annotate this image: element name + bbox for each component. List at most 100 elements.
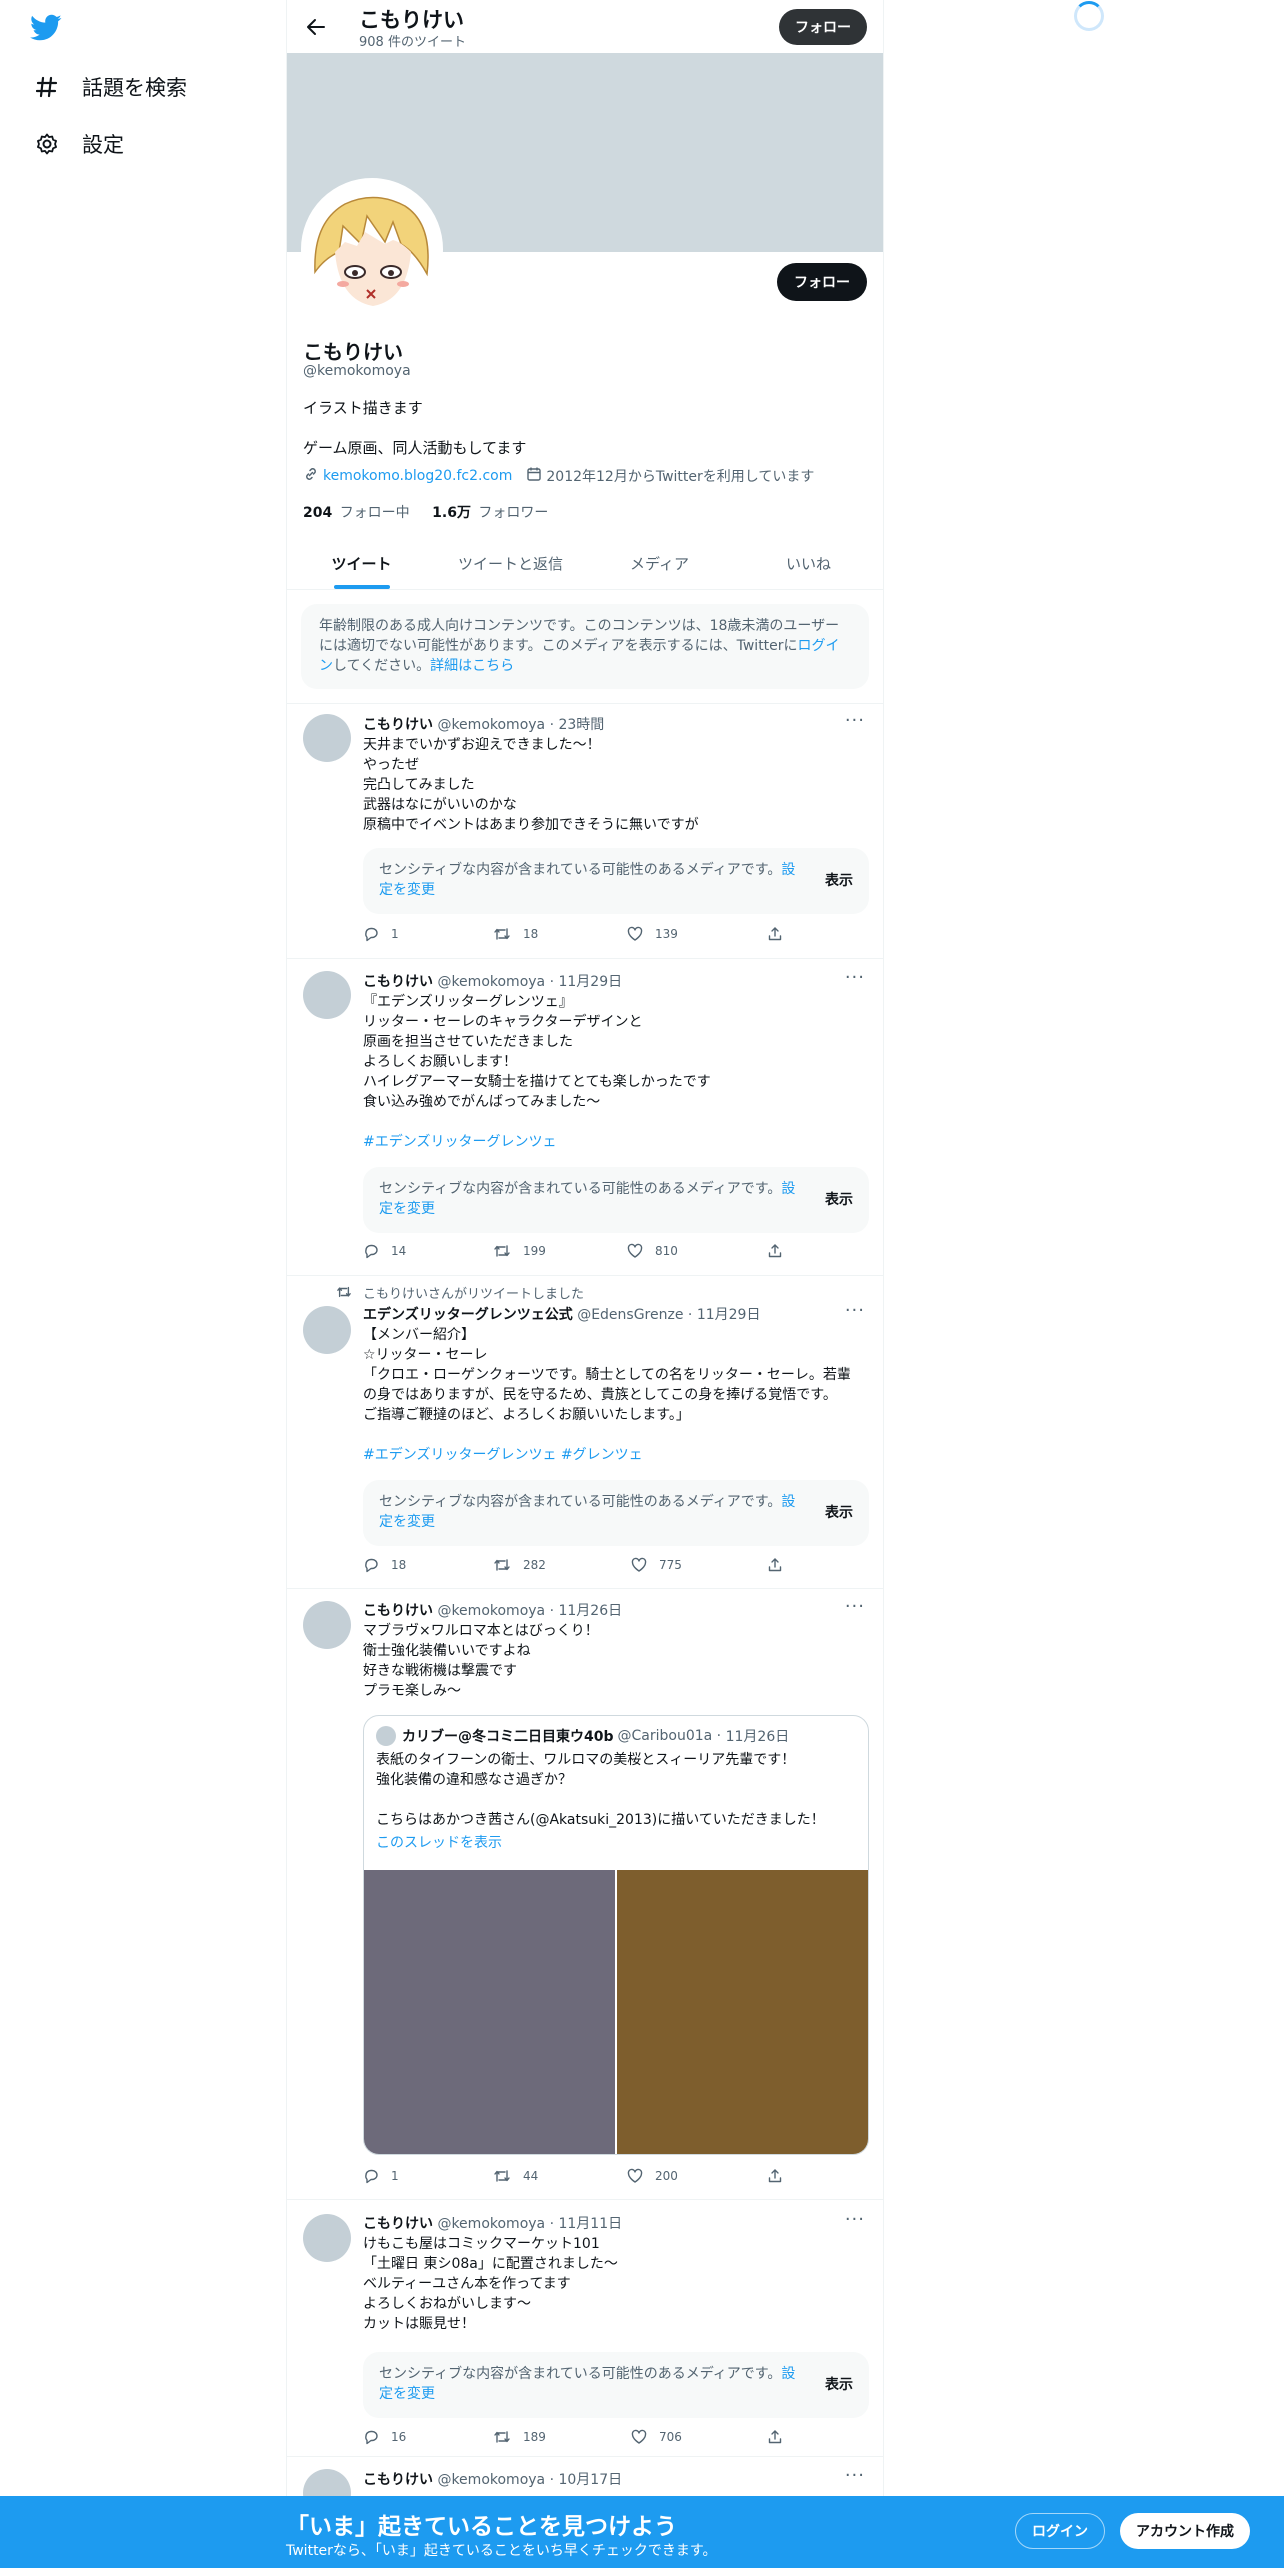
tweet-actions: 1 44 200 — [363, 2168, 783, 2188]
tweet-author-handle[interactable]: @kemokomoya — [437, 2216, 545, 2232]
tweet-text: 天井までいかずお迎えできました～！ やったぜ 完凸してみました 武器はなにがいい… — [363, 737, 699, 833]
tweet-actions: 16 189 706 — [363, 2429, 783, 2449]
show-media-button[interactable]: 表示 — [825, 1502, 853, 1522]
share-icon — [768, 1558, 782, 1572]
tab-tweets-and-replies[interactable]: ツイートと返信 — [436, 537, 585, 589]
tweet-author-handle[interactable]: @kemokomoya — [437, 717, 545, 733]
tweet-time[interactable]: 10月17日 — [558, 2472, 622, 2488]
retweet-button[interactable]: 282 — [493, 1557, 546, 1573]
like-button[interactable]: 706 — [631, 2429, 682, 2445]
notice-details-link[interactable]: 詳細はこちら — [430, 658, 514, 674]
retweet-note[interactable]: こもりけいさんがリツイートしました — [363, 1283, 584, 1302]
tweet-hashtags[interactable]: #エデンズリッターグレンツェ #グレンツェ — [363, 1445, 863, 1465]
header-profile-name: こもりけい — [359, 8, 464, 32]
like-button[interactable]: 139 — [627, 926, 678, 942]
show-media-button[interactable]: 表示 — [825, 2374, 853, 2394]
more-options-icon[interactable]: ··· — [845, 1596, 865, 1617]
tweet-author-handle[interactable]: @kemokomoya — [437, 2472, 545, 2488]
tweet-author-name[interactable]: こもりけい — [363, 2472, 433, 2488]
more-options-icon[interactable]: ··· — [845, 967, 865, 988]
nav-settings[interactable]: 設定 — [34, 124, 124, 164]
more-options-icon[interactable]: ··· — [845, 2465, 865, 2486]
quote-image-1[interactable] — [364, 1870, 615, 2154]
retweet-button[interactable]: 189 — [493, 2429, 546, 2445]
followers-link[interactable]: 1.6万 フォロワー — [432, 505, 548, 521]
tweet-author-handle[interactable]: @kemokomoya — [437, 974, 545, 990]
retweet-button[interactable]: 44 — [493, 2168, 538, 2184]
tweet-avatar[interactable] — [303, 2214, 351, 2262]
tweet[interactable]: こもりけい @kemokomoya · 11月29日 ··· 『エデンズリッター… — [287, 959, 883, 1275]
tab-tweets[interactable]: ツイート — [287, 537, 436, 589]
tweet-hashtag[interactable]: #エデンズリッターグレンツェ — [363, 1132, 863, 1152]
share-button[interactable] — [767, 2168, 795, 2184]
tweet-time[interactable]: 11月29日 — [697, 1307, 761, 1323]
reply-button[interactable]: 14 — [363, 1243, 406, 1259]
sensitive-message: センシティブな内容が含まれている可能性のあるメディアです。 — [379, 2366, 782, 2382]
quote-image-2[interactable] — [617, 1870, 868, 2154]
tweet-author-name[interactable]: こもりけい — [363, 2216, 433, 2232]
profile-website-link[interactable]: kemokomo.blog20.fc2.com — [323, 468, 512, 484]
tweet-avatar[interactable] — [303, 971, 351, 1019]
share-button[interactable] — [767, 1243, 795, 1259]
like-button[interactable]: 810 — [627, 1243, 678, 1259]
retweet-button[interactable]: 18 — [493, 926, 538, 942]
tweet-author-name[interactable]: エデンズリッターグレンツェ公式 — [363, 1307, 573, 1323]
tab-media[interactable]: メディア — [585, 537, 734, 589]
retweet-count: 44 — [523, 2169, 539, 2183]
retweet-button[interactable]: 199 — [493, 1243, 546, 1259]
tweet-author-handle[interactable]: @EdensGrenze — [577, 1307, 683, 1323]
reply-button[interactable]: 1 — [363, 926, 399, 942]
reply-button[interactable]: 16 — [363, 2429, 406, 2445]
tab-likes[interactable]: いいね — [734, 537, 883, 589]
like-count: 810 — [655, 1244, 678, 1258]
tweet[interactable]: こもりけい @kemokomoya · 10月17日 ··· — [287, 2457, 883, 2517]
following-link[interactable]: 204 フォロー中 — [303, 505, 410, 521]
tweet-author-name[interactable]: こもりけい — [363, 717, 433, 733]
share-button[interactable] — [767, 2429, 795, 2445]
sensitive-message: センシティブな内容が含まれている可能性のあるメディアです。 — [379, 1494, 782, 1510]
following-count: 204 — [303, 505, 333, 521]
tweet-avatar[interactable] — [303, 714, 351, 762]
tweet[interactable]: こもりけいさんがリツイートしました エデンズリッターグレンツェ公式 @Edens… — [287, 1276, 883, 1588]
like-button[interactable]: 775 — [631, 1557, 682, 1573]
tweet-time[interactable]: 11月11日 — [558, 2216, 622, 2232]
twitter-bird-icon[interactable] — [30, 14, 66, 44]
more-options-icon[interactable]: ··· — [845, 1300, 865, 1321]
more-options-icon[interactable]: ··· — [845, 710, 865, 731]
tweet[interactable]: こもりけい @kemokomoya · 11月11日 ··· けもこも屋はコミッ… — [287, 2200, 883, 2456]
show-media-button[interactable]: 表示 — [825, 870, 853, 890]
back-arrow-icon[interactable] — [299, 10, 333, 44]
profile-avatar[interactable] — [301, 178, 443, 320]
nav-explore[interactable]: 話題を検索 — [34, 67, 187, 107]
more-options-icon[interactable]: ··· — [845, 2209, 865, 2230]
tweet-time[interactable]: 11月29日 — [558, 974, 622, 990]
tweet[interactable]: こもりけい @kemokomoya · 11月26日 ··· マブラヴ×ワルロマ… — [287, 1589, 883, 2199]
tweet-author-name[interactable]: こもりけい — [363, 974, 433, 990]
login-button[interactable]: ログイン — [1015, 2513, 1105, 2549]
share-button[interactable] — [767, 926, 795, 942]
show-media-button[interactable]: 表示 — [825, 1189, 853, 1209]
like-button[interactable]: 200 — [627, 2168, 678, 2184]
reply-count: 1 — [391, 927, 399, 941]
tweet-time[interactable]: 11月26日 — [558, 1603, 622, 1619]
tweet-avatar[interactable] — [303, 1306, 351, 1354]
share-button[interactable] — [767, 1557, 795, 1573]
show-thread-link[interactable]: このスレッドを表示 — [376, 1832, 502, 1852]
create-account-button[interactable]: アカウント作成 — [1120, 2513, 1250, 2549]
header-follow-button[interactable]: フォロー — [779, 9, 867, 45]
tweet-time[interactable]: 23時間 — [558, 717, 604, 733]
tweet-text: マブラヴ×ワルロマ本とはびっくり！ 衛士強化装備いいですよね 好きな戦術機は撃震… — [363, 1623, 599, 1699]
tweet-avatar[interactable] — [303, 1601, 351, 1649]
reply-count: 14 — [391, 1244, 407, 1258]
quoted-tweet[interactable]: カリブー@冬コミ二日目東ウ40b @Caribou01a · 11月26日 表紙… — [363, 1715, 869, 2155]
follow-button[interactable]: フォロー — [777, 263, 867, 301]
reply-button[interactable]: 18 — [363, 1557, 406, 1573]
reply-count: 16 — [391, 2430, 407, 2444]
tweet-author-name[interactable]: こもりけい — [363, 1603, 433, 1619]
sensitive-media-warning: センシティブな内容が含まれている可能性のあるメディアです。設定を変更 表示 — [363, 2352, 869, 2418]
tweet-author-handle[interactable]: @kemokomoya — [437, 1603, 545, 1619]
nav-explore-label: 話題を検索 — [82, 76, 187, 100]
like-count: 200 — [655, 2169, 678, 2183]
tweet[interactable]: こもりけい @kemokomoya · 23時間 ··· 天井までいかずお迎えで… — [287, 704, 883, 958]
reply-button[interactable]: 1 — [363, 2168, 399, 2184]
